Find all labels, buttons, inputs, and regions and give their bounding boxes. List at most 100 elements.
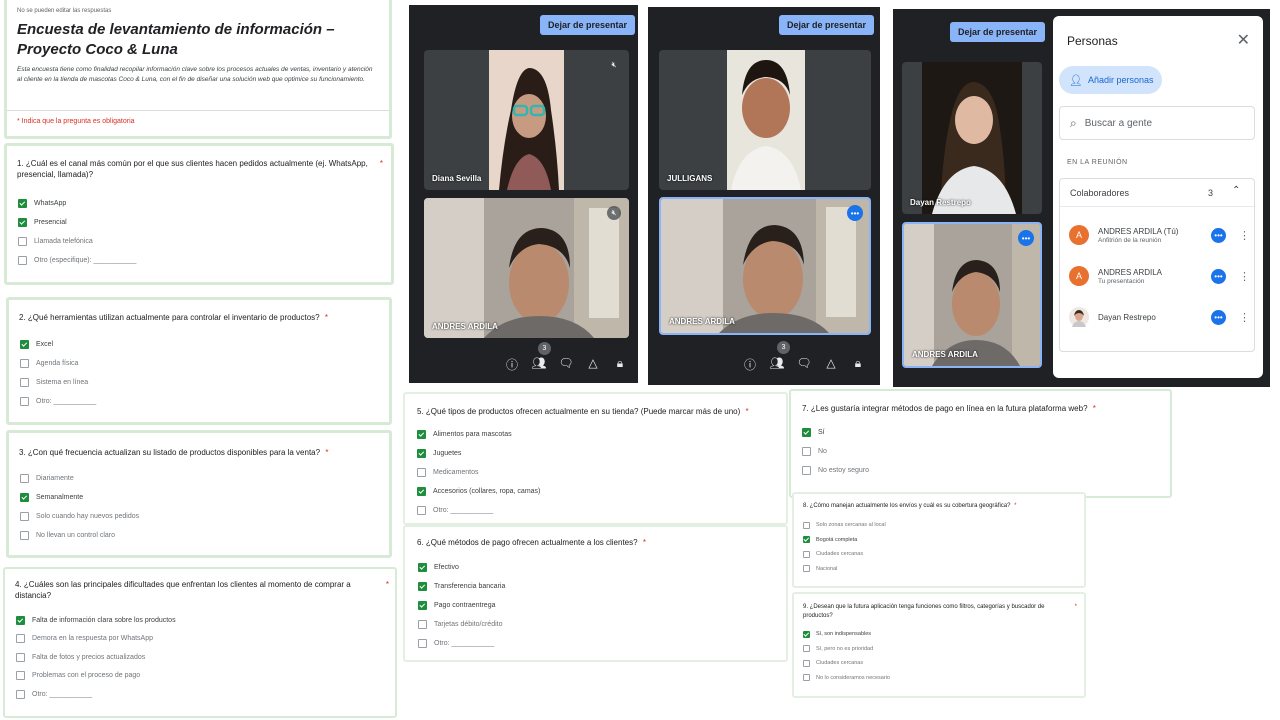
checkbox[interactable] <box>20 531 29 540</box>
option-item[interactable]: Otro: ___________ <box>417 501 540 520</box>
participant-tile[interactable]: 🔇︎ ANDRES ARDILA <box>424 198 629 338</box>
option-item[interactable]: Efectivo <box>418 558 505 577</box>
stop-presenting-button[interactable]: Dejar de presentar <box>950 22 1046 42</box>
checkbox[interactable] <box>16 615 25 625</box>
checkbox[interactable] <box>802 447 811 456</box>
option-item[interactable]: Falta de información clara sobre los pro… <box>16 611 176 630</box>
option-item[interactable]: Excel <box>20 335 96 354</box>
checkbox[interactable] <box>803 630 810 638</box>
close-icon[interactable]: ✕ <box>1237 30 1250 50</box>
option-item[interactable]: Solo cuando hay nuevos pedidos <box>20 507 139 526</box>
checkbox[interactable] <box>803 550 810 558</box>
checkbox[interactable] <box>803 674 810 682</box>
chat-icon[interactable]: 🗨︎ <box>558 356 574 373</box>
option-item[interactable]: Sí, pero no es prioridad <box>803 642 890 657</box>
checkbox[interactable] <box>18 218 27 227</box>
lock-icon[interactable]: 🔒︎ <box>612 356 628 373</box>
option-item[interactable]: Sí, son indispensables <box>803 627 890 642</box>
option-item[interactable]: Sí <box>802 423 869 442</box>
chevron-up-icon[interactable]: ⌃ <box>1232 185 1240 196</box>
checkbox[interactable] <box>16 689 25 699</box>
checkbox[interactable] <box>418 620 427 629</box>
checkbox[interactable] <box>417 487 426 496</box>
info-icon[interactable]: ⓘ <box>742 356 758 373</box>
option-item[interactable]: No estoy seguro <box>802 461 869 480</box>
option-item[interactable]: Juguetes <box>417 444 540 463</box>
checkbox[interactable] <box>803 565 810 573</box>
option-item[interactable]: Otro: ___________ <box>20 392 96 411</box>
option-item[interactable]: Diariamente <box>20 469 139 488</box>
option-item[interactable]: Sistema en línea <box>20 373 96 392</box>
option-item[interactable]: Agenda física <box>20 354 96 373</box>
checkbox[interactable] <box>802 428 811 437</box>
stop-presenting-button[interactable]: Dejar de presentar <box>540 15 636 35</box>
option-item[interactable]: No <box>802 442 869 461</box>
search-people-input[interactable]: ⌕ Buscar a gente <box>1059 106 1255 140</box>
checkbox[interactable] <box>20 397 29 406</box>
more-options-icon[interactable]: ••• <box>1018 230 1034 246</box>
participant-tile[interactable]: Dayan Restrepo <box>902 62 1042 214</box>
checkbox[interactable] <box>417 430 426 439</box>
checkbox[interactable] <box>803 521 810 529</box>
option-item[interactable]: Solo zonas cercanas al local <box>803 518 886 533</box>
option-item[interactable]: Bogotá completa <box>803 533 886 548</box>
member-row[interactable]: Dayan Restrepo ••• ⋮ <box>1069 303 1250 331</box>
checkbox[interactable] <box>16 671 25 681</box>
member-row[interactable]: A ANDRES ARDILA (Tú) Anfitrión de la reu… <box>1069 221 1250 249</box>
checkbox[interactable] <box>18 256 27 265</box>
option-item[interactable]: Medicamentos <box>417 463 540 482</box>
checkbox[interactable] <box>418 563 427 572</box>
checkbox[interactable] <box>418 639 427 648</box>
option-item[interactable]: Falta de fotos y precios actualizados <box>16 648 176 667</box>
participant-tile[interactable]: JULLIGANS <box>659 50 871 190</box>
checkbox[interactable] <box>803 659 810 667</box>
kebab-menu-icon[interactable]: ⋮ <box>1239 311 1250 324</box>
checkbox[interactable] <box>20 359 29 368</box>
more-options-icon[interactable]: ••• <box>847 205 863 221</box>
option-item[interactable]: Otro: ___________ <box>16 685 176 704</box>
participant-tile-active[interactable]: ••• ANDRES ARDILA <box>902 222 1042 368</box>
more-options-icon[interactable]: ••• <box>1211 309 1226 325</box>
participant-tile-active[interactable]: ••• ANDRES ARDILA <box>659 197 871 335</box>
checkbox[interactable] <box>16 634 25 644</box>
people-icon[interactable]: 👥︎ <box>769 356 785 373</box>
option-item[interactable]: Nacional <box>803 562 886 577</box>
option-item[interactable]: Semanalmente <box>20 488 139 507</box>
option-item[interactable]: Presencial <box>18 213 136 232</box>
checkbox[interactable] <box>18 199 27 208</box>
checkbox[interactable] <box>20 474 29 483</box>
checkbox[interactable] <box>20 493 29 502</box>
checkbox[interactable] <box>803 645 810 653</box>
option-item[interactable]: Transferencia bancaria <box>418 577 505 596</box>
checkbox[interactable] <box>417 506 426 515</box>
checkbox[interactable] <box>417 468 426 477</box>
member-row[interactable]: A ANDRES ARDILA Tu presentación ••• ⋮ <box>1069 262 1250 290</box>
checkbox[interactable] <box>417 449 426 458</box>
option-item[interactable]: Pago contraentrega <box>418 596 505 615</box>
checkbox[interactable] <box>20 512 29 521</box>
info-icon[interactable]: ⓘ <box>504 356 520 373</box>
option-item[interactable]: No lo consideramos necesario <box>803 671 890 686</box>
option-item[interactable]: Problemas con el proceso de pago <box>16 667 176 686</box>
option-item[interactable]: Otro: ___________ <box>418 634 505 653</box>
option-item[interactable]: Alimentos para mascotas <box>417 425 540 444</box>
participant-tile[interactable]: 🔇︎ Diana Sevilla <box>424 50 629 190</box>
option-item[interactable]: Ciudades cercanas <box>803 547 886 562</box>
group-header[interactable]: Colaboradores 3 ⌃ <box>1060 179 1254 207</box>
kebab-menu-icon[interactable]: ⋮ <box>1239 229 1250 242</box>
people-icon[interactable]: 👥︎ <box>531 356 547 373</box>
option-item[interactable]: Demora en la respuesta por WhatsApp <box>16 630 176 649</box>
checkbox[interactable] <box>803 536 810 544</box>
option-item[interactable]: No llevan un control claro <box>20 526 139 545</box>
option-item[interactable]: WhatsApp <box>18 194 136 213</box>
option-item[interactable]: Llamada telefónica <box>18 232 136 251</box>
checkbox[interactable] <box>20 378 29 387</box>
option-item[interactable]: Accesorios (collares, ropa, camas) <box>417 482 540 501</box>
chat-icon[interactable]: 🗨︎ <box>796 356 812 373</box>
checkbox[interactable] <box>20 340 29 349</box>
checkbox[interactable] <box>16 652 25 662</box>
option-item[interactable]: Tarjetas débito/crédito <box>418 615 505 634</box>
checkbox[interactable] <box>418 601 427 610</box>
more-options-icon[interactable]: ••• <box>1211 227 1226 243</box>
kebab-menu-icon[interactable]: ⋮ <box>1239 270 1250 283</box>
